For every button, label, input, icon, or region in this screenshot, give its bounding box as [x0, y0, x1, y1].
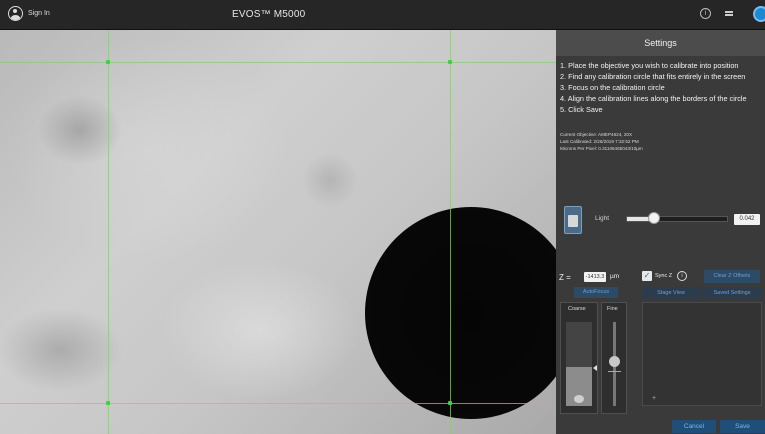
tab-saved-settings[interactable]: Saved Settings: [702, 287, 762, 299]
light-value-input[interactable]: 0.042: [734, 214, 760, 225]
z-label: Z =: [559, 273, 571, 282]
calibration-line-bottom[interactable]: [0, 403, 556, 404]
last-calibrated: Last Calibrated: 2/26/2019 7:32:52 PM: [560, 139, 639, 144]
light-label: Light: [595, 215, 610, 222]
save-button[interactable]: Save: [720, 420, 765, 433]
tab-stage-view[interactable]: Stage View: [642, 287, 700, 299]
calibration-handle-bottom-left[interactable]: [106, 401, 110, 405]
saved-settings-list[interactable]: [642, 302, 762, 406]
calibration-line-right[interactable]: [450, 30, 451, 434]
instruction-line: 1. Place the objective you wish to calib…: [560, 61, 739, 70]
fine-focus-handle[interactable]: [609, 356, 620, 367]
menu-icon[interactable]: [725, 11, 733, 16]
info-icon[interactable]: i: [677, 271, 687, 281]
fine-focus-tick: [608, 371, 621, 372]
coarse-focus-handle[interactable]: [574, 395, 584, 403]
calibration-circle: [365, 207, 556, 419]
coarse-pointer-icon: [593, 365, 597, 371]
clear-z-offsets-button[interactable]: Clear Z Offsets: [704, 270, 760, 283]
instructions: 1. Place the objective you wish to calib…: [560, 60, 765, 115]
microns-per-pixel: Microns Per Pixel: 0.31106465043/10µm: [560, 146, 643, 151]
user-icon: [8, 6, 23, 21]
instruction-line: 2. Find any calibration circle that fits…: [560, 72, 746, 81]
sign-in-label: Sign In: [28, 10, 50, 17]
sync-z-label: Sync Z: [655, 273, 673, 279]
instruction-line: 5. Click Save: [560, 105, 603, 114]
light-slider[interactable]: [626, 216, 728, 222]
calibration-line-top[interactable]: [0, 62, 556, 63]
top-bar: Sign In EVOS™ M5000 i: [0, 0, 765, 30]
panel-title: Settings: [556, 30, 765, 56]
z-unit: µm: [610, 273, 620, 280]
calibration-line-left[interactable]: [108, 30, 109, 434]
app-title: EVOS™ M5000: [232, 9, 306, 20]
info-icon[interactable]: i: [700, 8, 711, 19]
light-icon: [568, 215, 578, 227]
coarse-label: Coarse: [568, 306, 586, 312]
settings-panel: Settings 1. Place the objective you wish…: [556, 30, 765, 434]
z-value-input[interactable]: -1413.3: [584, 272, 606, 282]
light-slider-handle[interactable]: [648, 212, 660, 224]
sync-z-checkbox[interactable]: ✓: [642, 271, 652, 281]
sign-in-button[interactable]: Sign In: [8, 6, 50, 21]
calibration-handle-top-left[interactable]: [106, 60, 110, 64]
cancel-button[interactable]: Cancel: [672, 420, 716, 433]
instruction-line: 4. Align the calibration lines along the…: [560, 94, 747, 103]
gear-icon[interactable]: [753, 6, 765, 22]
microscope-view[interactable]: [0, 30, 556, 434]
add-icon[interactable]: +: [652, 395, 656, 402]
current-objective: Current Objective: AMEP4624, 20X: [560, 132, 633, 137]
light-source-button[interactable]: [564, 206, 582, 234]
fine-label: Fine: [607, 306, 618, 312]
calibration-handle-top-right[interactable]: [448, 60, 452, 64]
calibration-info: Current Objective: AMEP4624, 20X Last Ca…: [560, 131, 643, 152]
calibration-handle-bottom-right[interactable]: [448, 401, 452, 405]
autofocus-button[interactable]: AutoFocus: [574, 287, 618, 298]
instruction-line: 3. Focus on the calibration circle: [560, 83, 665, 92]
